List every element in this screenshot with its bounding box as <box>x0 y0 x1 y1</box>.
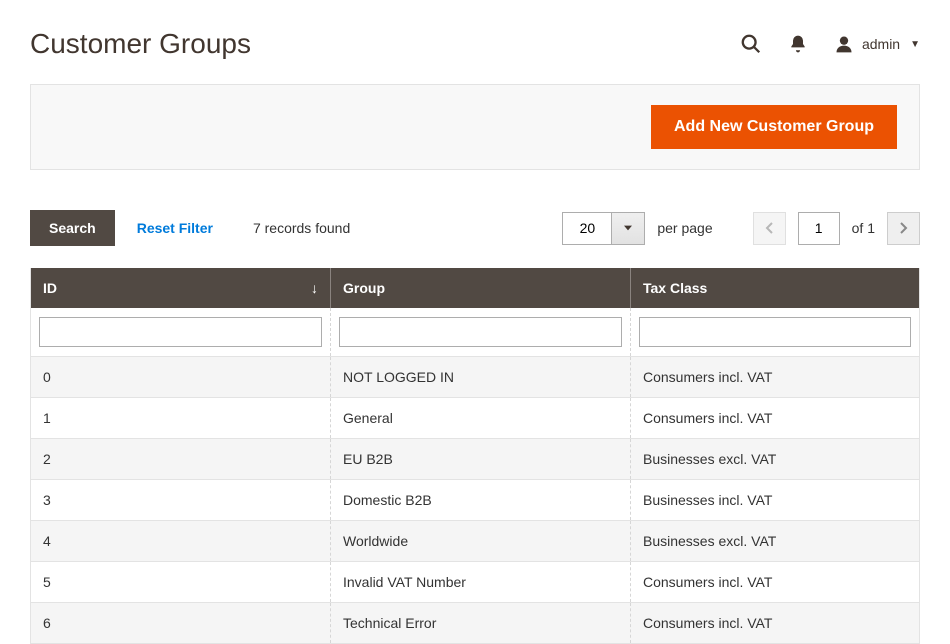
filter-id-input[interactable] <box>39 317 322 347</box>
cell-group: General <box>331 398 631 439</box>
customer-groups-table: ID↓ Group Tax Class 0NOT LOGGED INConsum… <box>30 268 920 644</box>
column-header-id[interactable]: ID↓ <box>31 268 331 308</box>
toolbar: Add New Customer Group <box>30 84 920 170</box>
cell-tax_class: Businesses excl. VAT <box>631 439 920 480</box>
admin-name: admin <box>862 36 900 52</box>
caret-down-icon <box>624 224 632 232</box>
next-page-button[interactable] <box>887 212 920 245</box>
perpage-label: per page <box>657 220 712 236</box>
chevron-right-icon <box>900 222 908 234</box>
table-row[interactable]: 4WorldwideBusinesses excl. VAT <box>31 521 920 562</box>
reset-filter-link[interactable]: Reset Filter <box>137 220 213 236</box>
user-icon <box>834 34 854 54</box>
cell-group: Invalid VAT Number <box>331 562 631 603</box>
cell-tax_class: Consumers incl. VAT <box>631 357 920 398</box>
cell-tax_class: Businesses excl. VAT <box>631 521 920 562</box>
perpage-input[interactable] <box>562 212 612 245</box>
cell-group: Worldwide <box>331 521 631 562</box>
cell-tax_class: Consumers incl. VAT <box>631 562 920 603</box>
admin-account[interactable]: admin ▼ <box>834 34 920 54</box>
cell-group: NOT LOGGED IN <box>331 357 631 398</box>
table-row[interactable]: 0NOT LOGGED INConsumers incl. VAT <box>31 357 920 398</box>
cell-id: 3 <box>31 480 331 521</box>
notifications-icon[interactable] <box>788 34 808 54</box>
cell-tax_class: Businesses incl. VAT <box>631 480 920 521</box>
cell-group: Technical Error <box>331 603 631 644</box>
column-header-tax-class[interactable]: Tax Class <box>631 268 920 308</box>
cell-id: 6 <box>31 603 331 644</box>
cell-tax_class: Consumers incl. VAT <box>631 398 920 439</box>
table-row[interactable]: 3Domestic B2BBusinesses incl. VAT <box>31 480 920 521</box>
cell-id: 4 <box>31 521 331 562</box>
cell-id: 1 <box>31 398 331 439</box>
search-icon[interactable] <box>740 33 762 55</box>
table-row[interactable]: 2EU B2BBusinesses excl. VAT <box>31 439 920 480</box>
search-button[interactable]: Search <box>30 210 115 246</box>
perpage-dropdown[interactable] <box>612 212 645 245</box>
page-input[interactable] <box>798 212 840 245</box>
table-row[interactable]: 5Invalid VAT NumberConsumers incl. VAT <box>31 562 920 603</box>
cell-group: EU B2B <box>331 439 631 480</box>
table-row[interactable]: 6Technical ErrorConsumers incl. VAT <box>31 603 920 644</box>
sort-arrow-down-icon: ↓ <box>311 280 318 296</box>
prev-page-button[interactable] <box>753 212 786 245</box>
caret-down-icon: ▼ <box>910 39 920 50</box>
column-header-group[interactable]: Group <box>331 268 631 308</box>
cell-id: 5 <box>31 562 331 603</box>
filter-row <box>31 308 920 357</box>
cell-group: Domestic B2B <box>331 480 631 521</box>
cell-id: 2 <box>31 439 331 480</box>
filter-tax-class-input[interactable] <box>639 317 911 347</box>
table-row[interactable]: 1GeneralConsumers incl. VAT <box>31 398 920 439</box>
records-found: 7 records found <box>253 220 350 236</box>
cell-tax_class: Consumers incl. VAT <box>631 603 920 644</box>
page-of-label: of 1 <box>852 220 875 236</box>
chevron-left-icon <box>765 222 773 234</box>
filter-group-input[interactable] <box>339 317 622 347</box>
cell-id: 0 <box>31 357 331 398</box>
add-customer-group-button[interactable]: Add New Customer Group <box>651 105 897 149</box>
page-title: Customer Groups <box>30 28 251 60</box>
